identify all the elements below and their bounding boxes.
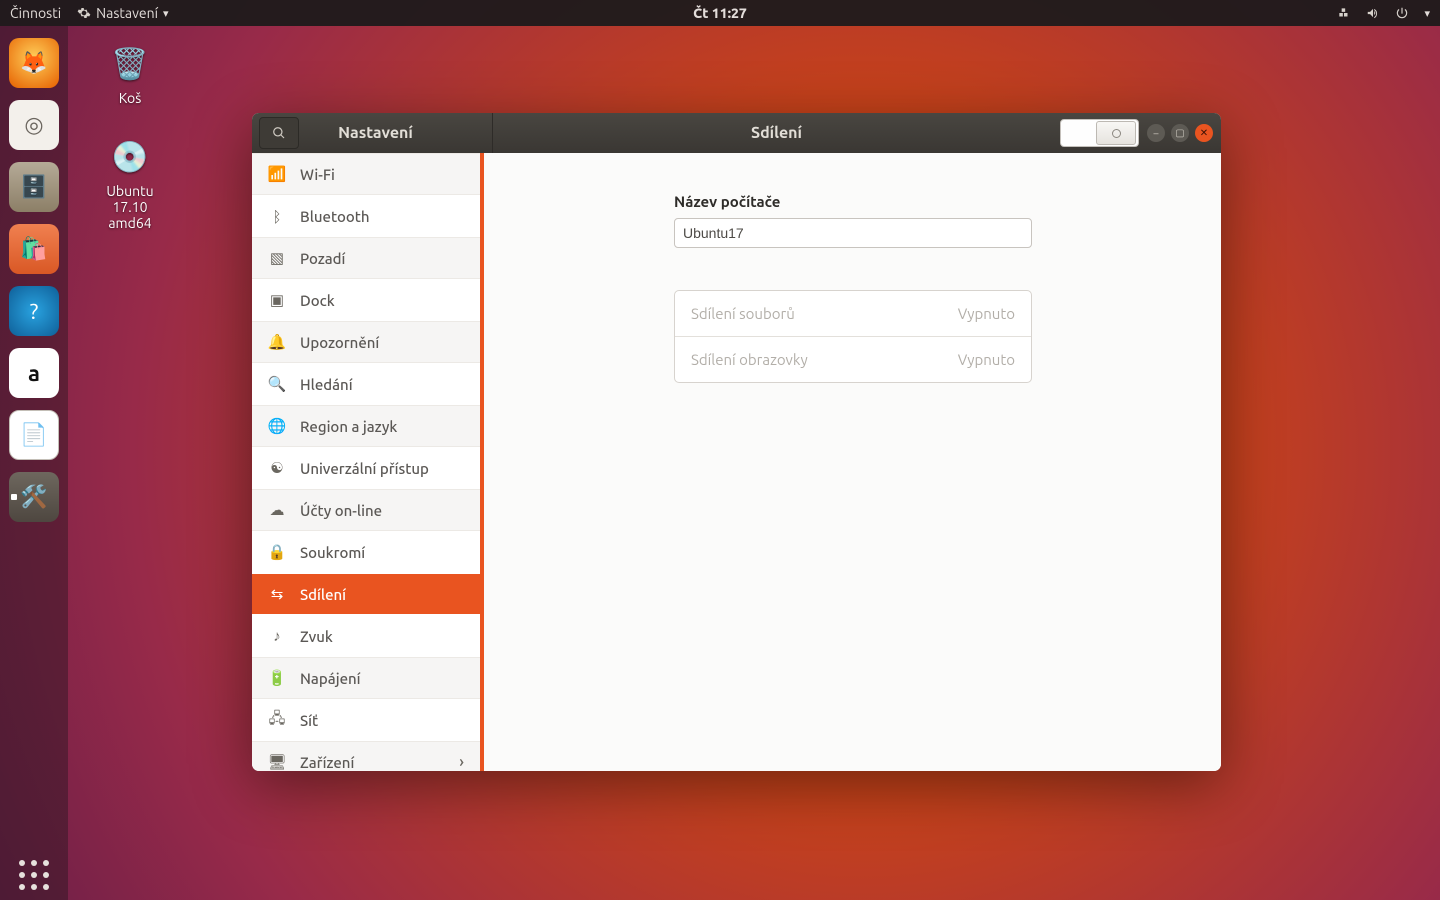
sidebar-item-label: Účty on-line xyxy=(300,502,382,519)
sidebar-item-devices[interactable]: 🖥 Zařízení › xyxy=(252,741,480,771)
sidebar-item-region[interactable]: 🌐 Region a jazyk xyxy=(252,405,480,447)
desktop-icon-label: Koš xyxy=(119,90,142,106)
wifi-icon: 📶 xyxy=(268,165,286,183)
dock-app-help[interactable]: ? xyxy=(9,286,59,336)
window-maximize-button[interactable]: ▢ xyxy=(1171,124,1189,142)
desktop: Činnosti Nastavení ▾ Čt 11:27 ▾ 🦊 ◎ 🗄️ 🛍… xyxy=(0,0,1440,900)
dock-app-writer[interactable]: 📄 xyxy=(9,410,59,460)
dock-app-settings[interactable]: 🛠️ xyxy=(9,472,59,522)
sharing-row-label: Sdílení souborů xyxy=(691,305,795,322)
computer-name-input[interactable] xyxy=(674,218,1032,248)
top-menubar: Činnosti Nastavení ▾ Čt 11:27 ▾ xyxy=(0,0,1440,26)
desktop-icon-label: Ubuntu 17.10 amd64 xyxy=(90,183,170,231)
search-icon: 🔍 xyxy=(268,375,286,393)
sharing-options-list: Sdílení souborů Vypnuto Sdílení obrazovk… xyxy=(674,290,1032,383)
sound-icon: ♪ xyxy=(268,627,286,645)
chevron-down-icon: ▾ xyxy=(163,7,169,20)
system-status-area[interactable]: ▾ xyxy=(1337,6,1430,20)
bell-icon: 🔔 xyxy=(268,333,286,351)
sidebar-item-power[interactable]: 🔋 Napájení xyxy=(252,657,480,699)
sidebar-item-search[interactable]: 🔍 Hledání xyxy=(252,363,480,405)
sidebar-item-label: Hledání xyxy=(300,376,353,393)
share-icon: ⇆ xyxy=(268,585,286,603)
search-button[interactable] xyxy=(259,117,299,149)
background-icon: ▧ xyxy=(268,249,286,267)
computer-name-label: Název počítače xyxy=(674,193,1032,210)
dock-app-amazon[interactable]: a xyxy=(9,348,59,398)
app-indicator[interactable]: Nastavení ▾ xyxy=(77,5,168,21)
dock-icon: ▣ xyxy=(268,291,286,309)
sidebar-item-label: Soukromí xyxy=(300,544,365,561)
headerbar-left-title: Nastavení xyxy=(299,124,492,142)
dock: 🦊 ◎ 🗄️ 🛍️ ? a 📄 🛠️ xyxy=(0,26,68,900)
sidebar-item-label: Napájení xyxy=(300,670,361,687)
settings-window: Nastavení Sdílení – ▢ ✕ 📶 Wi-Fi ᛒ Bluetoot… xyxy=(252,113,1221,771)
activities-button[interactable]: Činnosti xyxy=(10,5,61,21)
sidebar-item-label: Upozornění xyxy=(300,334,379,351)
sidebar-item-sharing[interactable]: ⇆ Sdílení xyxy=(252,573,480,615)
dock-app-files[interactable]: 🗄️ xyxy=(9,162,59,212)
accessibility-icon: ☯ xyxy=(268,459,286,477)
sidebar-item-label: Dock xyxy=(300,292,335,309)
dock-app-firefox[interactable]: 🦊 xyxy=(9,38,59,88)
disc-icon: 💿 xyxy=(104,131,156,183)
chevron-down-icon: ▾ xyxy=(1424,7,1430,20)
globe-icon: 🌐 xyxy=(268,417,286,435)
sharing-row-files[interactable]: Sdílení souborů Vypnuto xyxy=(675,291,1031,336)
sidebar-item-bluetooth[interactable]: ᛒ Bluetooth xyxy=(252,195,480,237)
sidebar-item-privacy[interactable]: 🔒 Soukromí xyxy=(252,531,480,573)
network-icon xyxy=(1337,6,1351,20)
clock[interactable]: Čt 11:27 xyxy=(693,5,747,21)
window-minimize-button[interactable]: – xyxy=(1147,124,1165,142)
search-icon xyxy=(272,126,286,140)
sidebar-item-label: Region a jazyk xyxy=(300,418,397,435)
power-icon xyxy=(1395,6,1409,20)
sidebar-item-sound[interactable]: ♪ Zvuk xyxy=(252,615,480,657)
devices-icon: 🖥 xyxy=(268,753,286,771)
bluetooth-icon: ᛒ xyxy=(268,208,286,225)
sidebar-item-online-accounts[interactable]: ☁ Účty on-line xyxy=(252,489,480,531)
app-indicator-label: Nastavení xyxy=(96,5,158,21)
cloud-icon: ☁ xyxy=(268,501,286,519)
sidebar-item-dock[interactable]: ▣ Dock xyxy=(252,279,480,321)
sharing-row-screen[interactable]: Sdílení obrazovky Vypnuto xyxy=(675,336,1031,382)
sidebar-item-label: Bluetooth xyxy=(300,208,370,225)
sidebar-item-label: Pozadí xyxy=(300,250,345,267)
dock-app-rhythmbox[interactable]: ◎ xyxy=(9,100,59,150)
sidebar-item-label: Univerzální přístup xyxy=(300,460,429,477)
sidebar-item-label: Sdílení xyxy=(300,586,346,603)
sharing-master-toggle[interactable] xyxy=(1060,119,1139,147)
headerbar-title: Sdílení xyxy=(493,124,1060,142)
sidebar-item-background[interactable]: ▧ Pozadí xyxy=(252,237,480,279)
toggle-knob xyxy=(1096,121,1136,145)
lock-icon: 🔒 xyxy=(268,543,286,561)
sharing-row-status: Vypnuto xyxy=(958,305,1015,322)
network-icon: 🖧 xyxy=(268,708,286,733)
gear-icon xyxy=(77,6,91,20)
volume-icon xyxy=(1366,6,1380,20)
sidebar-item-label: Zvuk xyxy=(300,628,333,645)
show-applications-button[interactable] xyxy=(9,850,59,900)
dock-app-software[interactable]: 🛍️ xyxy=(9,224,59,274)
sharing-row-status: Vypnuto xyxy=(958,351,1015,368)
sidebar-item-notifications[interactable]: 🔔 Upozornění xyxy=(252,321,480,363)
sidebar-item-accessibility[interactable]: ☯ Univerzální přístup xyxy=(252,447,480,489)
trash-icon: 🗑️ xyxy=(104,38,156,90)
window-close-button[interactable]: ✕ xyxy=(1195,124,1213,142)
chevron-right-icon: › xyxy=(459,753,464,771)
sidebar-item-label: Zařízení xyxy=(300,754,354,771)
desktop-icons-area: 🗑️ Koš 💿 Ubuntu 17.10 amd64 xyxy=(90,38,170,256)
sidebar-item-label: Síť xyxy=(300,712,318,729)
sidebar-item-label: Wi-Fi xyxy=(300,166,335,183)
sidebar-item-wifi[interactable]: 📶 Wi-Fi xyxy=(252,153,480,195)
sharing-row-label: Sdílení obrazovky xyxy=(691,351,808,368)
sidebar-item-network[interactable]: 🖧 Síť xyxy=(252,699,480,741)
power-icon: 🔋 xyxy=(268,669,286,687)
desktop-icon-dvd[interactable]: 💿 Ubuntu 17.10 amd64 xyxy=(90,131,170,231)
headerbar: Nastavení Sdílení – ▢ ✕ xyxy=(252,113,1221,153)
desktop-icon-trash[interactable]: 🗑️ Koš xyxy=(90,38,170,106)
settings-sidebar[interactable]: 📶 Wi-Fi ᛒ Bluetooth ▧ Pozadí ▣ Dock 🔔 Upozorn… xyxy=(252,153,484,771)
sharing-panel: Název počítače Sdílení souborů Vypnuto S… xyxy=(484,153,1221,771)
